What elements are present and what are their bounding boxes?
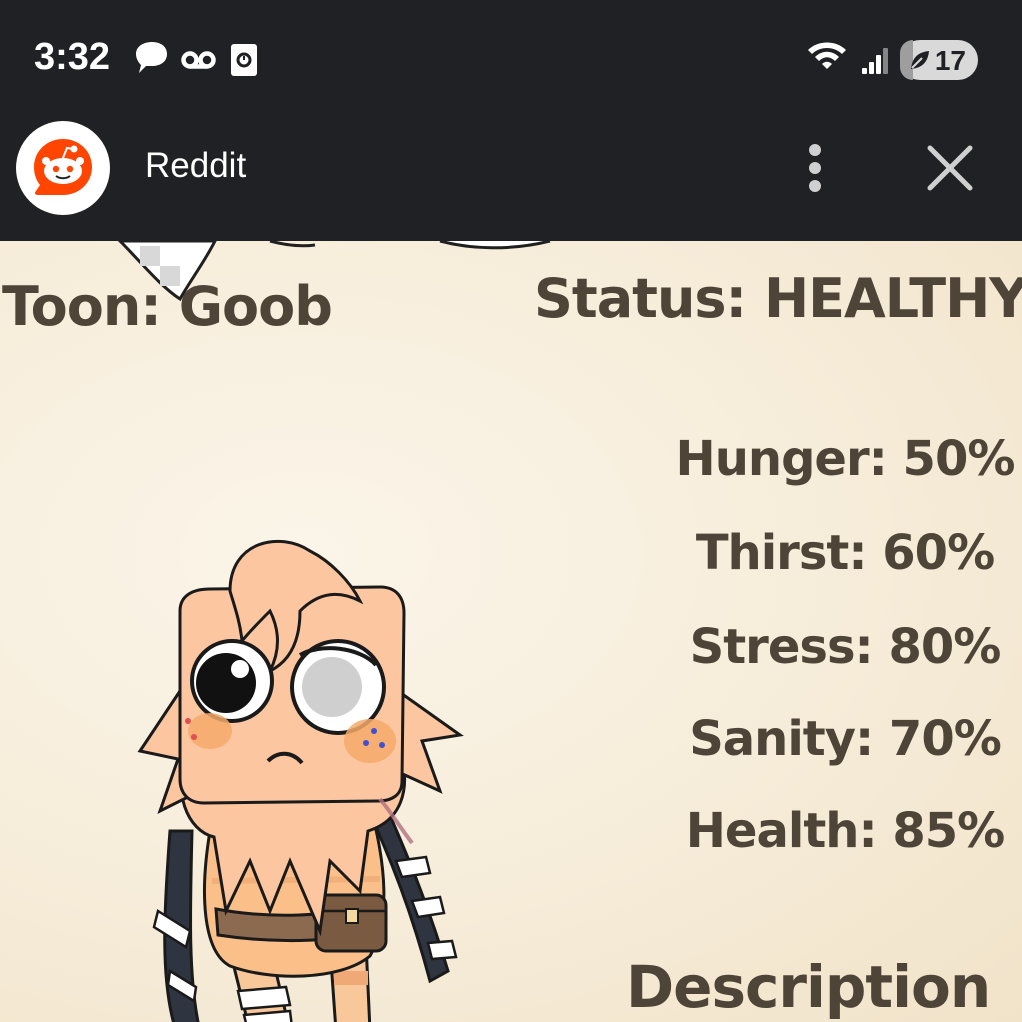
status-time: 3:32 (34, 36, 111, 78)
toon-name-label: Toon: Goob (2, 275, 333, 338)
battery-indicator: 17 (900, 40, 978, 80)
reddit-snoo-icon (34, 139, 92, 195)
battery-saver-leaf-icon (911, 51, 929, 69)
status-icons-left (136, 42, 257, 76)
status-label: Status: HEALTHY (534, 267, 1022, 330)
more-vert-icon (809, 144, 821, 192)
stat-stress: Stress: 80% (689, 619, 1002, 675)
screenshot-icon (231, 44, 257, 76)
app-title: Reddit (145, 146, 247, 185)
close-button[interactable] (924, 142, 976, 194)
more-options-button[interactable] (795, 140, 835, 196)
signal-icon (862, 48, 888, 74)
chat-bubble-icon (136, 42, 167, 73)
stat-thirst: Thirst: 60% (695, 525, 995, 581)
toon-character-illustration (137, 539, 464, 1022)
close-icon (927, 145, 973, 191)
top-bar: 3:32 17 Reddit (0, 0, 1022, 241)
reddit-logo (16, 121, 110, 215)
status-icons-right (808, 42, 888, 74)
stat-sanity: Sanity: 70% (689, 711, 1002, 767)
battery-level: 17 (934, 45, 966, 76)
stat-health: Health: 85% (685, 803, 1005, 859)
voicemail-icon (181, 51, 216, 69)
status-card-image: Toon: Goob Status: HEALTHY Hunger: 50% T… (0, 241, 1022, 1022)
description-heading: Description (626, 953, 991, 1021)
wifi-icon (808, 42, 846, 69)
stat-hunger: Hunger: 50% (675, 431, 1016, 487)
